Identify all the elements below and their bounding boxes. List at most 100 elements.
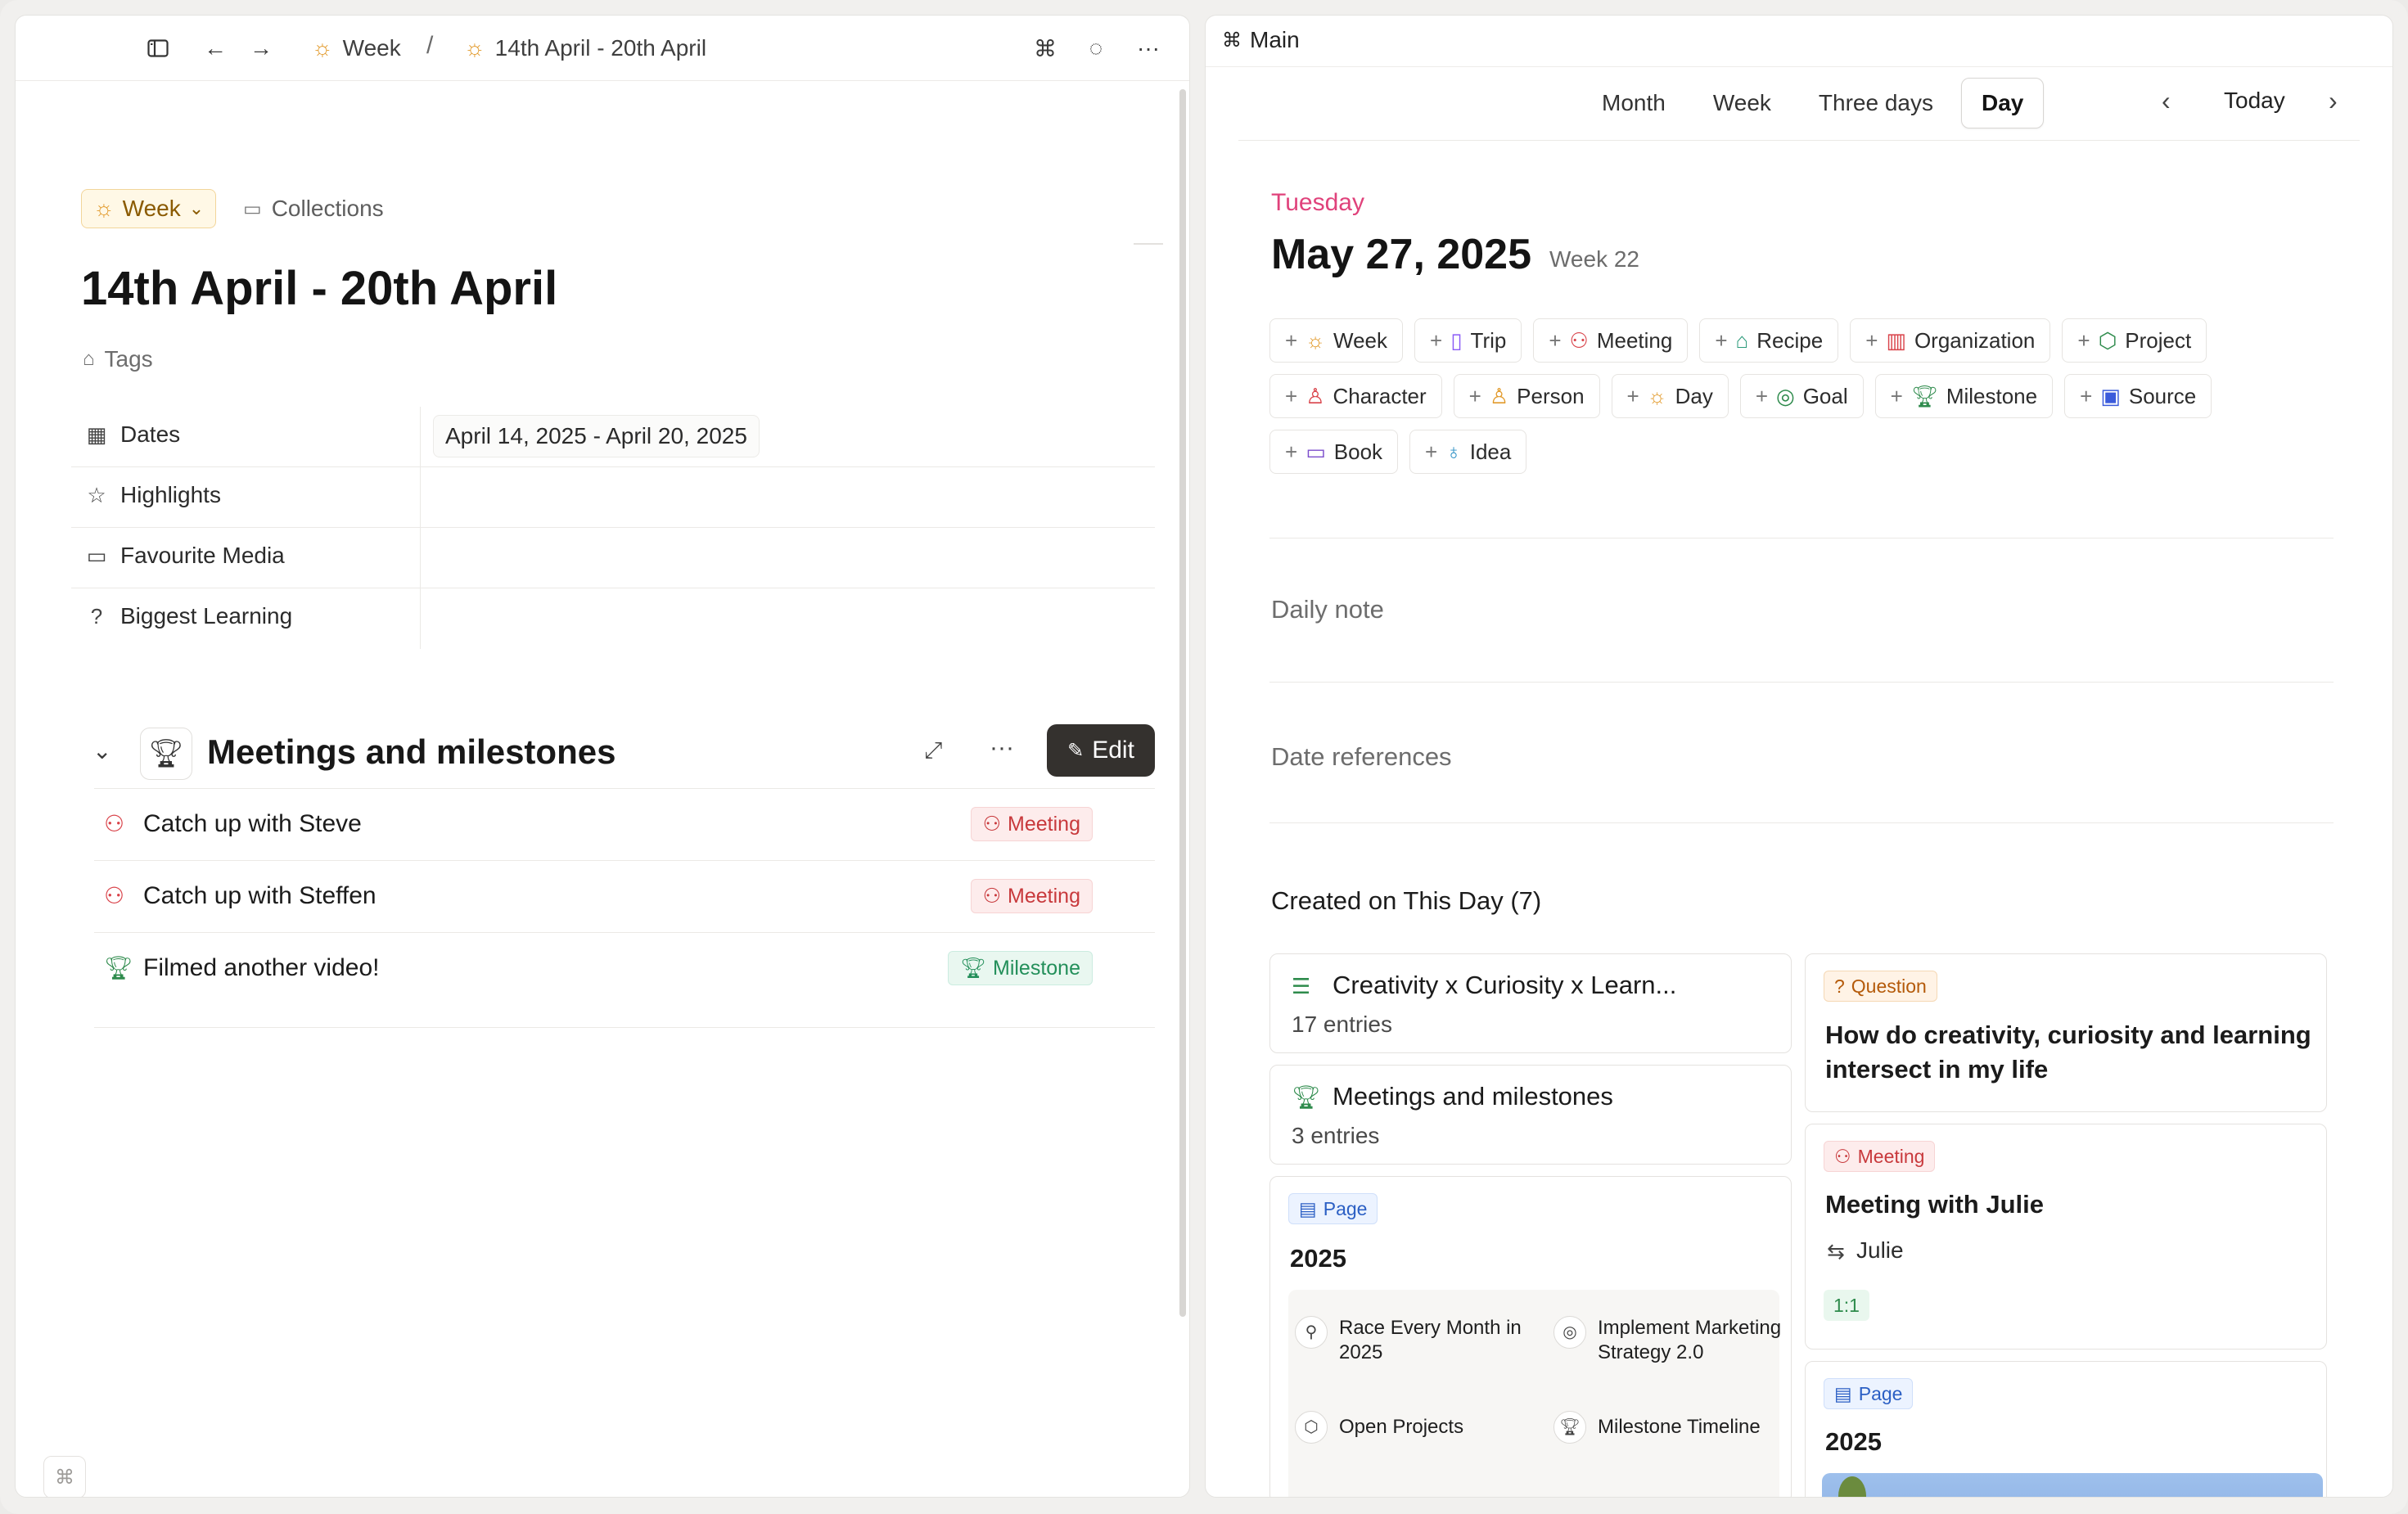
edit-button[interactable]: ✎ Edit	[1047, 724, 1155, 777]
expand-icon[interactable]: ⤢	[924, 737, 942, 764]
collection-card-creativity[interactable]: ☰ Creativity x Curiosity x Learn... 17 e…	[1269, 953, 1792, 1053]
property-row-dates: ▦ Dates April 14, 2025 - April 20, 2025	[71, 407, 1155, 467]
command-hint-icon[interactable]: ⌘	[43, 1456, 86, 1497]
section-more-icon[interactable]: ···	[990, 734, 1014, 762]
command-icon[interactable]: ⌘	[1030, 34, 1060, 63]
collections-link[interactable]: ▭ Collections	[243, 191, 384, 227]
linked-page-item[interactable]: 🏆︎ Milestone Timeline	[1553, 1411, 1783, 1444]
quick-add-source-button[interactable]: + ▣ Source	[2064, 374, 2212, 418]
quick-add-person-button[interactable]: + ♙ Person	[1453, 374, 1600, 418]
quick-add-meeting-button[interactable]: + ⚇ Meeting	[1533, 318, 1689, 363]
quick-add-recipe-button[interactable]: + ⌂ Recipe	[1699, 318, 1839, 363]
meeting-card-julie[interactable]: ⚇ Meeting Meeting with Julie ⇆ Julie 1:1	[1805, 1124, 2327, 1350]
breadcrumb-week[interactable]: ☼ Week	[312, 32, 401, 65]
properties-table: ▦ Dates April 14, 2025 - April 20, 2025 ☆…	[71, 407, 1155, 649]
collections-label: Collections	[271, 196, 384, 221]
quick-add-project-button[interactable]: + ⬡ Project	[2062, 318, 2207, 363]
quick-add-week-button[interactable]: + ☼ Week	[1269, 318, 1404, 363]
quick-add-milestone-button[interactable]: + 🏆︎ Milestone	[1874, 374, 2054, 418]
type-chip-week[interactable]: ☼ Week ⌄	[81, 189, 217, 228]
quick-add-goal-button[interactable]: + ◎ Goal	[1739, 374, 1864, 418]
tab-week[interactable]: Week	[1693, 78, 1791, 128]
quick-add-label: Meeting	[1596, 327, 1673, 353]
linked-page-item[interactable]: ◎ Implement Marketing Strategy 2.0	[1553, 1316, 1783, 1365]
next-day-icon[interactable]: ›	[2329, 86, 2338, 116]
property-label: Dates	[120, 421, 181, 447]
page-card-2025[interactable]: ▤ Page 2025 ⚲ Race Every Month in 2025 ◎ …	[1269, 1176, 1792, 1497]
left-pane: ← → ☼ Week / ☼ 14th April - 20th April ⌘…	[15, 15, 1190, 1498]
card-entries-count: 3 entries	[1292, 1123, 1380, 1148]
sun-icon: ☼	[1305, 327, 1326, 353]
tags-field[interactable]: ⌂ Tags	[83, 346, 153, 372]
quick-add-day-button[interactable]: + ☼ Day	[1611, 374, 1729, 418]
quick-add-label: Person	[1517, 383, 1585, 408]
list-item[interactable]: 🏆︎ Filmed another video! 🏆︎ Milestone	[94, 933, 1155, 1028]
sidebar-toggle-icon[interactable]	[143, 34, 173, 63]
list-item[interactable]: ⚇ Catch up with Steve ⚇ Meeting	[94, 789, 1155, 861]
back-arrow-icon[interactable]: ←	[201, 34, 230, 63]
sync-icon[interactable]: ◌	[1081, 34, 1111, 63]
quick-add-character-button[interactable]: + ♙ Character	[1269, 374, 1442, 418]
page-card-2025-b[interactable]: ▤ Page 2025	[1805, 1361, 2327, 1497]
calendar-icon: ▦	[86, 421, 107, 447]
plus-icon: +	[1468, 383, 1481, 408]
plus-icon: +	[1890, 383, 1903, 408]
section-title[interactable]: Meetings and milestones	[207, 732, 616, 772]
question-card[interactable]: ? Question How do creativity, curiosity a…	[1805, 953, 2327, 1112]
page-icon: ▤	[1299, 1197, 1317, 1219]
more-options-icon[interactable]: ···	[1134, 34, 1163, 63]
today-button[interactable]: Today	[2224, 88, 2285, 114]
biggest-learning-value[interactable]	[422, 588, 1155, 649]
plus-icon: +	[1430, 327, 1443, 353]
quick-add-label: Book	[1333, 439, 1383, 464]
date-references-label[interactable]: Date references	[1271, 742, 1452, 772]
quick-add-book-button[interactable]: + ▭ Book	[1269, 430, 1399, 474]
tab-month[interactable]: Month	[1582, 78, 1685, 128]
week-number[interactable]: Week 22	[1549, 246, 1639, 273]
target-icon: ◎	[1553, 1316, 1586, 1349]
linked-page-item[interactable]: ⬡ Open Projects	[1295, 1411, 1540, 1444]
trophy-icon: 🏆︎	[1910, 383, 1938, 408]
highlights-value[interactable]	[422, 467, 1155, 527]
plus-icon: +	[1755, 383, 1769, 408]
meeting-badge: ⚇ Meeting	[1824, 1141, 1936, 1172]
linked-page-item[interactable]: ⚲ Race Every Month in 2025	[1295, 1316, 1540, 1365]
quick-add-idea-button[interactable]: + ♁ Idea	[1409, 430, 1527, 474]
daily-note-label[interactable]: Daily note	[1271, 595, 1384, 624]
meeting-person[interactable]: Julie	[1856, 1237, 1904, 1264]
forward-arrow-icon[interactable]: →	[246, 34, 276, 63]
favourite-media-value[interactable]	[422, 528, 1155, 588]
question-icon: ?	[1834, 975, 1845, 997]
breadcrumb-current[interactable]: ☼ 14th April - 20th April	[464, 32, 706, 65]
plus-icon: +	[1285, 327, 1298, 353]
people-icon: ⚇	[982, 813, 1002, 836]
quick-add-trip-button[interactable]: + ▯ Trip	[1414, 318, 1522, 363]
dates-value[interactable]: April 14, 2025 - April 20, 2025	[433, 415, 760, 457]
tab-three-days[interactable]: Three days	[1799, 78, 1953, 128]
entry-title: Catch up with Steffen	[143, 882, 377, 909]
breadcrumb-week-label: Week	[342, 35, 401, 61]
quick-add-label: Source	[2128, 383, 2197, 408]
tab-day[interactable]: Day	[1960, 78, 2045, 128]
source-icon: ▣	[2100, 383, 2121, 408]
workspace-label[interactable]: ⌘ Main	[1222, 27, 1300, 53]
property-label: Favourite Media	[120, 543, 285, 568]
left-scrollbar[interactable]	[1179, 89, 1188, 1317]
property-label: Highlights	[120, 482, 221, 507]
people-icon: ⚇	[982, 885, 1002, 908]
trophy-icon: 🏆︎	[960, 956, 986, 980]
card-title: Creativity x Curiosity x Learn...	[1333, 971, 1677, 999]
plus-icon: +	[1285, 439, 1298, 464]
page-title[interactable]: 14th April - 20th April	[81, 261, 557, 316]
collapse-chevron-icon[interactable]: ⌄	[92, 737, 111, 764]
plus-icon: +	[1865, 327, 1878, 353]
meeting-tag-badge: 1:1	[1824, 1290, 1869, 1321]
collection-card-meetings[interactable]: 🏆︎ Meetings and milestones 3 entries	[1269, 1065, 1792, 1165]
cube-icon: ⬡	[2098, 327, 2117, 353]
trophy-icon: 🏆︎	[1292, 1084, 1321, 1110]
quick-add-organization-button[interactable]: + ▥ Organization	[1850, 318, 2051, 363]
list-item[interactable]: ⚇ Catch up with Steffen ⚇ Meeting	[94, 861, 1155, 933]
plus-icon: +	[1626, 383, 1639, 408]
previous-day-icon[interactable]: ‹	[2162, 86, 2171, 116]
page-badge: ▤ Page	[1288, 1193, 1378, 1224]
